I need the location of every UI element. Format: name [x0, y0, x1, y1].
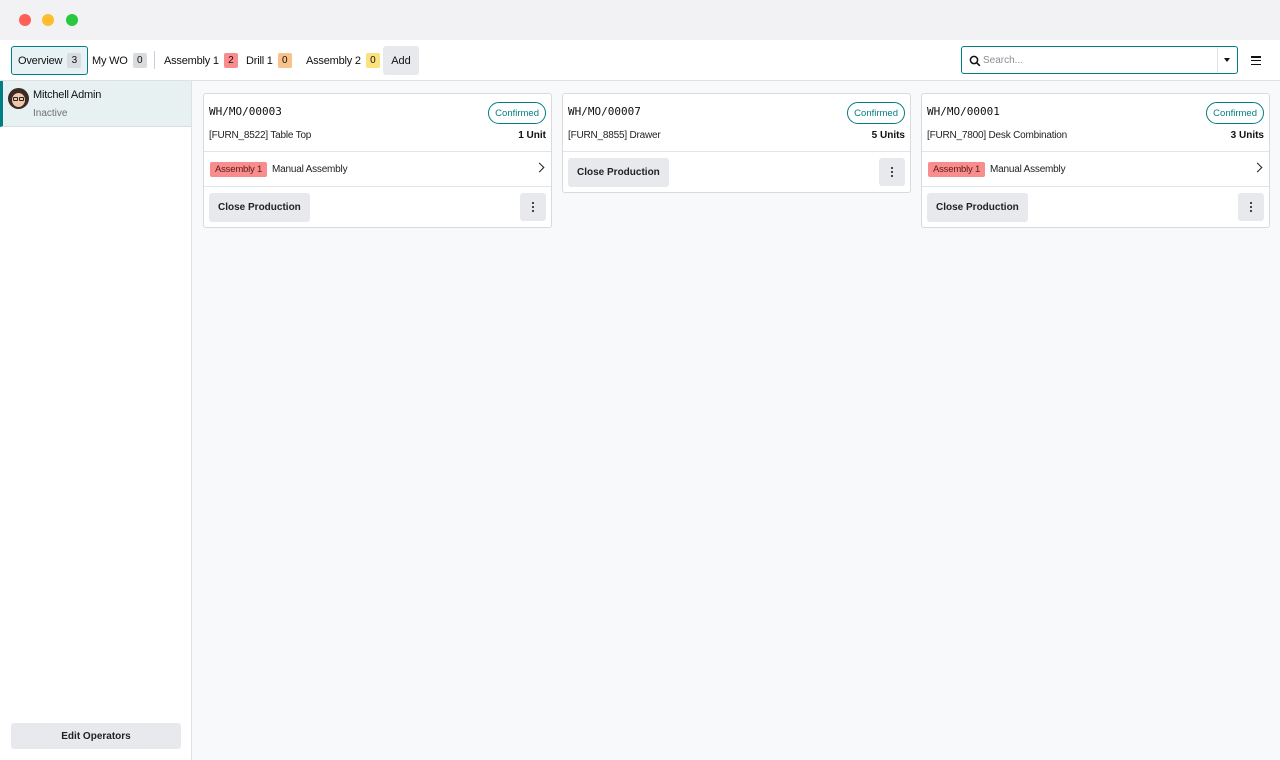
product-name: [FURN_8522] Table Top — [209, 130, 312, 141]
tab-assembly-2[interactable]: Assembly 2 0 — [300, 46, 386, 75]
production-card: WH/MO/00003 Confirmed [FURN_8522] Table … — [203, 93, 552, 228]
search-divider — [1217, 47, 1218, 73]
workorder-name: Manual Assembly — [990, 164, 1066, 175]
caret-down-icon[interactable] — [1224, 58, 1230, 62]
status-badge: Confirmed — [847, 102, 905, 124]
workorder-row[interactable]: Assembly 1 Manual Assembly — [922, 152, 1269, 187]
minimize-window-button[interactable] — [42, 14, 54, 26]
tab-count-badge: 2 — [223, 53, 238, 68]
avatar — [8, 88, 29, 109]
card-footer: Close Production — [922, 187, 1269, 227]
workcenter-badge: Assembly 1 — [210, 162, 268, 177]
tab-label: Assembly 1 — [164, 54, 219, 67]
tab-count-badge: 3 — [67, 53, 82, 68]
status-badge: Confirmed — [1206, 102, 1264, 124]
operator-status: Inactive — [33, 108, 68, 119]
close-production-button[interactable]: Close Production — [927, 193, 1028, 222]
tab-count-badge: 0 — [365, 53, 380, 68]
maximize-window-button[interactable] — [66, 14, 78, 26]
card-header[interactable]: WH/MO/00003 Confirmed [FURN_8522] Table … — [204, 94, 551, 152]
more-options-icon[interactable] — [1238, 193, 1264, 221]
add-workcenter-button[interactable]: Add — [383, 46, 419, 75]
production-card: WH/MO/00007 Confirmed [FURN_8855] Drawer… — [562, 93, 911, 193]
product-quantity: 1 Unit — [518, 130, 546, 141]
card-header[interactable]: WH/MO/00007 Confirmed [FURN_8855] Drawer… — [563, 94, 910, 152]
close-window-button[interactable] — [19, 14, 31, 26]
search-icon — [969, 55, 981, 67]
search-input[interactable] — [983, 51, 1213, 69]
tab-label: Assembly 2 — [306, 54, 361, 67]
tab-divider — [154, 51, 155, 69]
close-production-button[interactable]: Close Production — [209, 193, 310, 222]
tab-count-badge: 0 — [277, 53, 292, 68]
workcenter-toolbar: Overview 3 My WO 0 Assembly 1 2 Drill 1 … — [0, 40, 1280, 81]
hamburger-menu-icon[interactable] — [1251, 56, 1261, 66]
edit-operators-button[interactable]: Edit Operators — [11, 723, 181, 749]
operators-sidebar: Mitchell Admin Inactive Edit Operators — [0, 81, 192, 760]
mo-reference: WH/MO/00007 — [568, 105, 641, 118]
tab-count-badge: 0 — [132, 53, 147, 68]
product-name: [FURN_7800] Desk Combination — [927, 130, 1068, 141]
tab-label: Drill 1 — [246, 54, 273, 67]
window-titlebar — [0, 0, 1280, 40]
operator-name: Mitchell Admin — [33, 89, 102, 101]
more-options-icon[interactable] — [520, 193, 546, 221]
tab-label: My WO — [92, 54, 128, 67]
card-header[interactable]: WH/MO/00001 Confirmed [FURN_7800] Desk C… — [922, 94, 1269, 152]
chevron-right-icon — [534, 162, 545, 173]
close-production-button[interactable]: Close Production — [568, 158, 669, 187]
app-window: Overview 3 My WO 0 Assembly 1 2 Drill 1 … — [0, 0, 1280, 760]
product-quantity: 3 Units — [1230, 130, 1264, 141]
card-footer: Close Production — [563, 152, 910, 192]
card-footer: Close Production — [204, 187, 551, 227]
tab-my-wo[interactable]: My WO 0 — [86, 46, 153, 75]
tab-overview[interactable]: Overview 3 — [11, 46, 89, 75]
tab-assembly-1[interactable]: Assembly 1 2 — [158, 46, 244, 75]
tab-drill-1[interactable]: Drill 1 0 — [240, 46, 298, 75]
product-quantity: 5 Units — [871, 130, 905, 141]
tab-label: Overview — [18, 54, 63, 67]
chevron-right-icon — [1252, 162, 1263, 173]
status-badge: Confirmed — [488, 102, 546, 124]
more-options-icon[interactable] — [879, 158, 905, 186]
workcenter-badge: Assembly 1 — [928, 162, 986, 177]
search-box[interactable] — [961, 46, 1238, 74]
product-name: [FURN_8855] Drawer — [568, 130, 661, 141]
operator-item[interactable]: Mitchell Admin Inactive — [0, 81, 191, 127]
workorder-row[interactable]: Assembly 1 Manual Assembly — [204, 152, 551, 187]
production-card: WH/MO/00001 Confirmed [FURN_7800] Desk C… — [921, 93, 1270, 228]
workorder-name: Manual Assembly — [272, 164, 348, 175]
mo-reference: WH/MO/00003 — [209, 105, 282, 118]
mo-reference: WH/MO/00001 — [927, 105, 1000, 118]
